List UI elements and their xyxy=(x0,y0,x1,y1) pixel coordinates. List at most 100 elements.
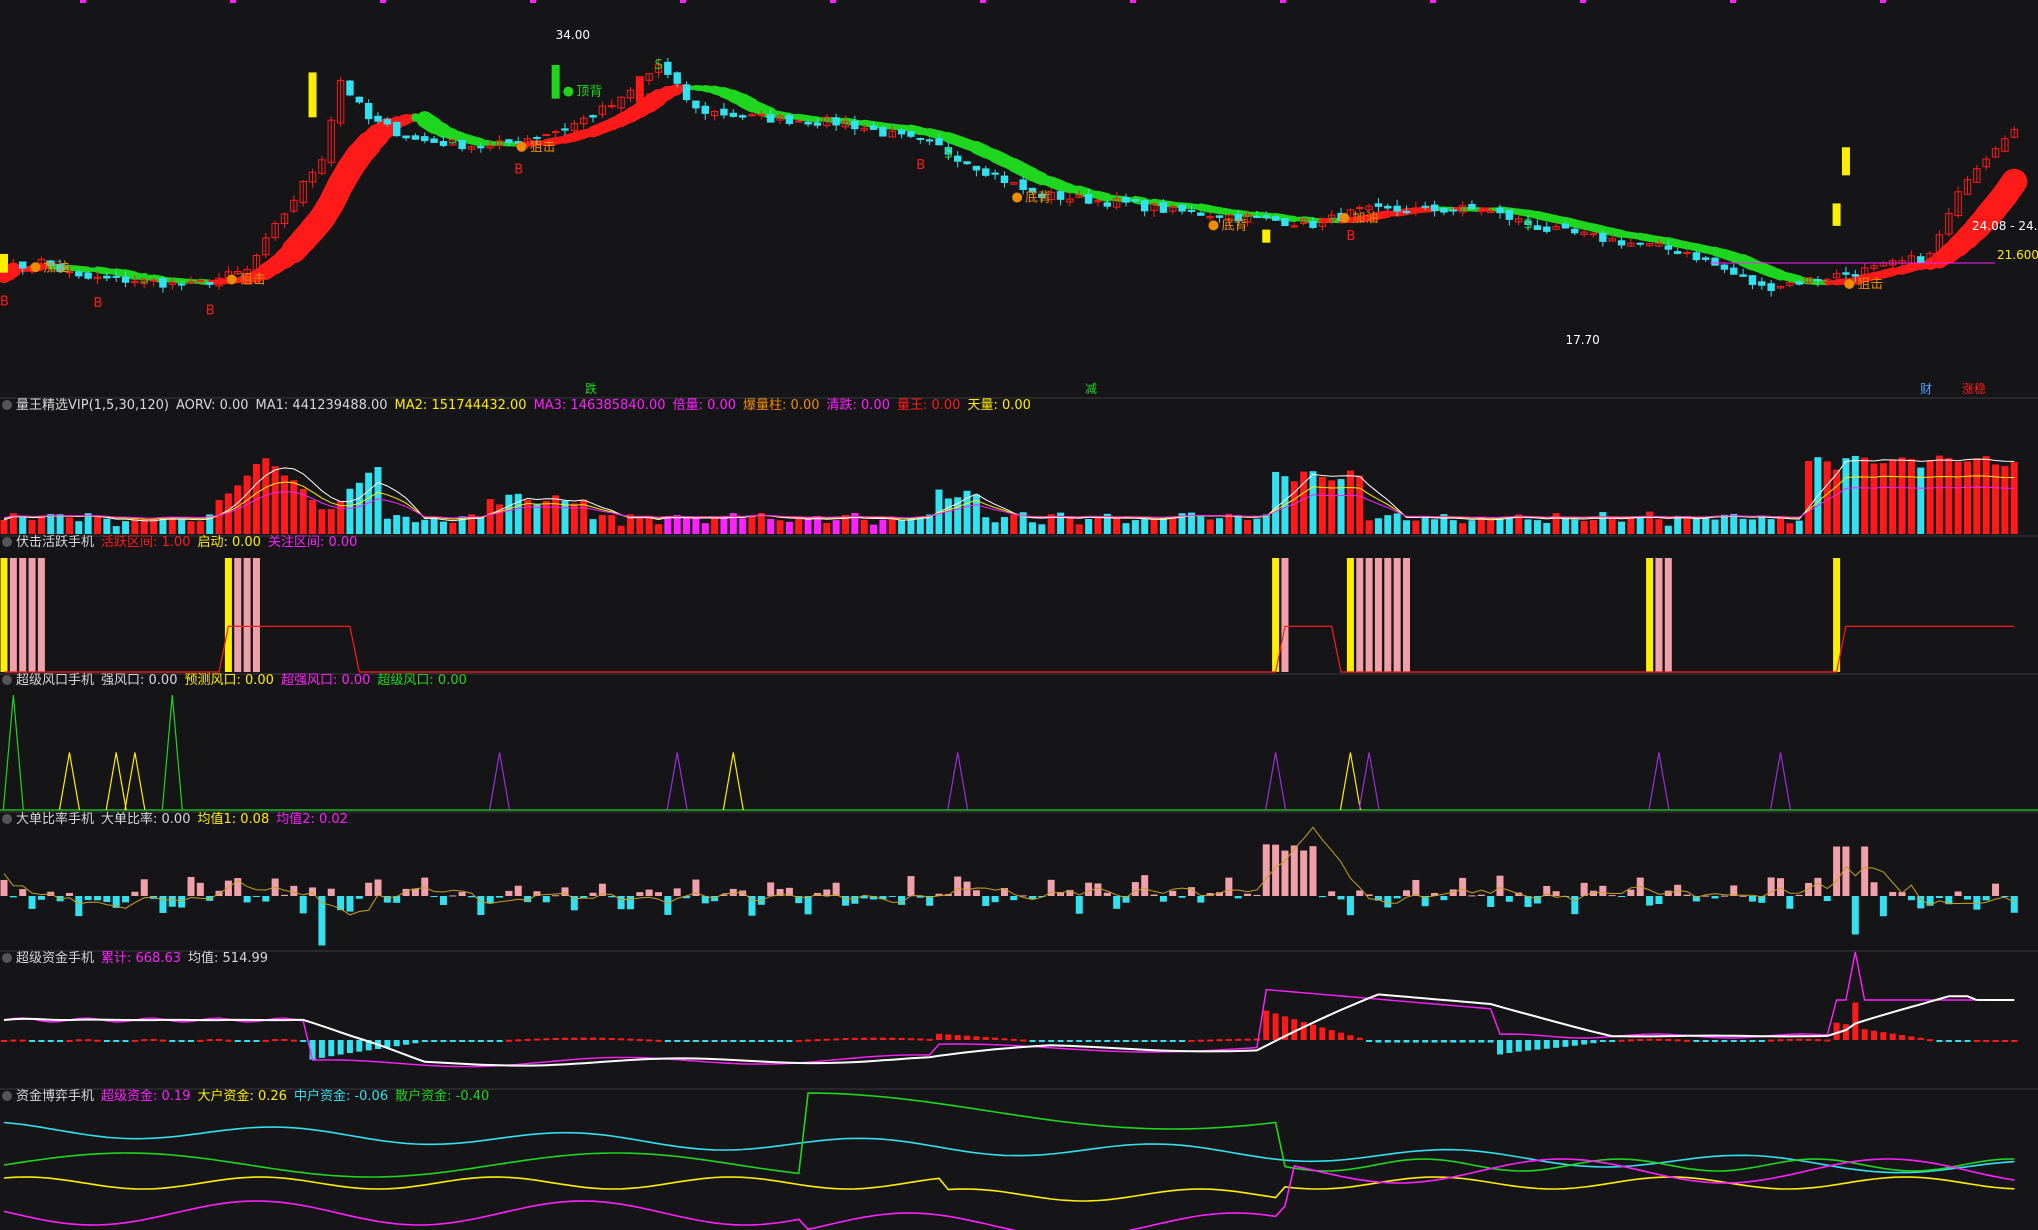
capital-bar xyxy=(150,1038,157,1041)
volume-bar xyxy=(1244,519,1252,534)
candle-body xyxy=(720,108,728,116)
volume-bar xyxy=(94,516,101,534)
big-order-bar xyxy=(1655,896,1663,905)
capital-bar xyxy=(1244,1038,1251,1041)
big-order-bar xyxy=(804,896,812,915)
volume-bar xyxy=(1833,469,1841,534)
big-order-bar xyxy=(1085,882,1093,896)
candle-body xyxy=(1795,281,1803,285)
big-order-bar xyxy=(178,896,186,908)
boost-icon xyxy=(1339,212,1350,223)
candle-body xyxy=(1673,251,1682,254)
capital-bar xyxy=(113,1040,120,1042)
collapse-circle-icon[interactable] xyxy=(2,1091,12,1101)
candle-body xyxy=(206,281,214,285)
capital-bar xyxy=(1450,1040,1457,1043)
volume-bar xyxy=(767,518,775,534)
capital-bar xyxy=(1132,1040,1139,1042)
capital-bar xyxy=(618,1038,625,1041)
ambush-bar xyxy=(1664,558,1672,672)
big-order-bar xyxy=(430,896,438,897)
ambush-bar xyxy=(234,558,242,672)
big-order-bar xyxy=(1720,895,1728,897)
candle-body xyxy=(402,135,410,139)
volume-bar xyxy=(1505,517,1513,534)
volume-bar xyxy=(1356,475,1364,534)
capital-bar xyxy=(2011,1040,2018,1042)
volume-bar xyxy=(524,499,532,534)
gem-icon xyxy=(226,274,237,285)
collapse-circle-icon[interactable] xyxy=(2,814,12,824)
indicator-value: 中户资金: -0.06 xyxy=(293,1089,389,1104)
collapse-circle-icon[interactable] xyxy=(2,537,12,547)
candle-body xyxy=(1141,200,1149,212)
collapse-circle-icon[interactable] xyxy=(2,675,12,685)
candle-body xyxy=(1505,209,1514,220)
candle-body xyxy=(1000,175,1009,184)
big-order-bar xyxy=(1711,896,1719,899)
candle-body xyxy=(1122,196,1130,203)
volume-bar xyxy=(1216,518,1223,534)
volume-bar xyxy=(1272,471,1280,534)
big-order-bar xyxy=(37,896,45,900)
volume-bar xyxy=(1907,458,1915,534)
candle-body xyxy=(1131,199,1140,202)
big-order-bar xyxy=(1244,893,1252,896)
big-order-bar xyxy=(1786,896,1794,909)
volume-bar xyxy=(1365,520,1373,534)
volume-bar xyxy=(355,482,363,534)
capital-bar xyxy=(66,1039,73,1042)
volume-bar xyxy=(1786,523,1794,534)
capital-bar xyxy=(739,1040,746,1042)
candle-body xyxy=(916,137,924,140)
volume-bar xyxy=(1085,518,1093,534)
volume-bar xyxy=(1346,470,1354,534)
candle-body xyxy=(1683,252,1691,255)
top-marker xyxy=(980,0,986,3)
ambush-bar xyxy=(1393,558,1401,672)
volume-bar xyxy=(757,513,765,534)
capital-bar xyxy=(1599,1040,1606,1042)
capital-bar xyxy=(216,1038,223,1041)
volume-bar xyxy=(776,520,784,534)
volume-bar xyxy=(1711,519,1719,534)
volume-bar xyxy=(1010,514,1018,534)
capital-bar xyxy=(580,1037,587,1040)
capital-bar xyxy=(636,1039,643,1042)
volume-bar xyxy=(103,518,111,534)
wind-peak xyxy=(1339,752,1361,811)
capital-bar xyxy=(720,1040,727,1042)
big-order-bar xyxy=(1777,878,1784,896)
big-order-bar xyxy=(1412,879,1420,896)
collapse-circle-icon[interactable] xyxy=(2,400,12,410)
volume-bar xyxy=(1290,481,1298,534)
capital-panel xyxy=(1,951,2018,1068)
ambush-bar xyxy=(1281,558,1289,672)
big-order-bar xyxy=(477,896,485,915)
collapse-circle-icon[interactable] xyxy=(2,953,12,963)
big-order-bar xyxy=(131,891,139,896)
big-order-bar xyxy=(673,888,681,896)
capital-bar xyxy=(2001,1040,2008,1042)
capital-bar xyxy=(1842,1024,1849,1040)
volume-bar xyxy=(1954,461,1962,534)
bottom-tag: 财 xyxy=(1920,382,1932,396)
candle-body xyxy=(1187,209,1196,212)
volume-bar xyxy=(982,517,990,534)
capital-bar xyxy=(1908,1036,1915,1040)
candle-body xyxy=(1767,283,1775,291)
big-order-bar xyxy=(972,890,980,896)
capital-bar xyxy=(1235,1038,1242,1041)
capital-cumulative-line xyxy=(3,951,2015,1068)
candle-body xyxy=(84,272,92,279)
indicator-value: 清跌: 0.00 xyxy=(826,398,890,413)
indicator-value: 倍量: 0.00 xyxy=(672,398,737,413)
big-order-bar xyxy=(1178,896,1186,898)
sell-signal-label: S xyxy=(449,133,457,148)
volume-bar xyxy=(879,519,887,534)
ambush-active-line xyxy=(4,625,2015,673)
big-order-bar xyxy=(954,876,962,896)
big-order-bar xyxy=(907,876,915,896)
candle-body xyxy=(1636,242,1644,245)
volume-bar xyxy=(1571,519,1579,534)
